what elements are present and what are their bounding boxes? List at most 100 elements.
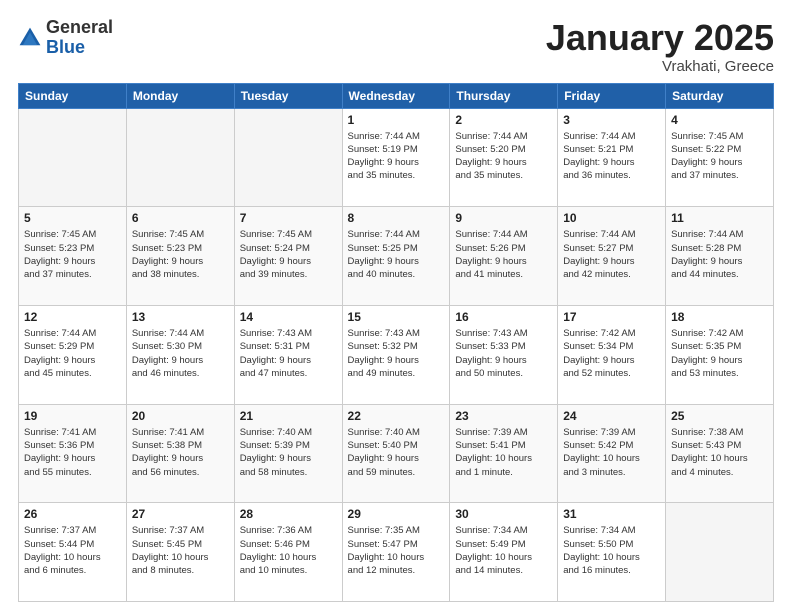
day-info: Sunrise: 7:44 AM Sunset: 5:25 PM Dayligh… [348, 228, 445, 281]
calendar-day [19, 108, 127, 207]
calendar-header-monday: Monday [126, 83, 234, 108]
day-info: Sunrise: 7:44 AM Sunset: 5:27 PM Dayligh… [563, 228, 660, 281]
calendar-header-row: SundayMondayTuesdayWednesdayThursdayFrid… [19, 83, 774, 108]
day-info: Sunrise: 7:42 AM Sunset: 5:35 PM Dayligh… [671, 327, 768, 380]
day-number: 14 [240, 310, 337, 324]
day-info: Sunrise: 7:43 AM Sunset: 5:33 PM Dayligh… [455, 327, 552, 380]
day-info: Sunrise: 7:37 AM Sunset: 5:45 PM Dayligh… [132, 524, 229, 577]
day-info: Sunrise: 7:34 AM Sunset: 5:50 PM Dayligh… [563, 524, 660, 577]
calendar-week-4: 26Sunrise: 7:37 AM Sunset: 5:44 PM Dayli… [19, 503, 774, 602]
day-info: Sunrise: 7:38 AM Sunset: 5:43 PM Dayligh… [671, 426, 768, 479]
calendar-day [126, 108, 234, 207]
calendar-header-sunday: Sunday [19, 83, 127, 108]
day-info: Sunrise: 7:44 AM Sunset: 5:19 PM Dayligh… [348, 130, 445, 183]
calendar-day [234, 108, 342, 207]
day-info: Sunrise: 7:45 AM Sunset: 5:23 PM Dayligh… [24, 228, 121, 281]
calendar-header-saturday: Saturday [666, 83, 774, 108]
calendar-day: 15 Sunrise: 7:43 AM Sunset: 5:32 PM Dayli… [342, 305, 450, 404]
calendar-day: 12Sunrise: 7:44 AM Sunset: 5:29 PM Dayli… [19, 305, 127, 404]
logo: General Blue [18, 18, 113, 58]
day-number: 25 [671, 409, 768, 423]
day-number: 26 [24, 507, 121, 521]
calendar-header-wednesday: Wednesday [342, 83, 450, 108]
day-info: Sunrise: 7:39 AM Sunset: 5:41 PM Dayligh… [455, 426, 552, 479]
calendar-day: 18 Sunrise: 7:42 AM Sunset: 5:35 PM Dayli… [666, 305, 774, 404]
day-info: Sunrise: 7:41 AM Sunset: 5:38 PM Dayligh… [132, 426, 229, 479]
calendar-day: 24 Sunrise: 7:39 AM Sunset: 5:42 PM Dayli… [558, 404, 666, 503]
calendar-day: 19 Sunrise: 7:41 AM Sunset: 5:36 PM Dayli… [19, 404, 127, 503]
day-number: 15 [348, 310, 445, 324]
day-info: Sunrise: 7:44 AM Sunset: 5:29 PM Dayligh… [24, 327, 121, 380]
day-number: 27 [132, 507, 229, 521]
day-info: Sunrise: 7:45 AM Sunset: 5:23 PM Dayligh… [132, 228, 229, 281]
day-info: Sunrise: 7:40 AM Sunset: 5:40 PM Dayligh… [348, 426, 445, 479]
calendar-day: 21Sunrise: 7:40 AM Sunset: 5:39 PM Dayli… [234, 404, 342, 503]
page: General Blue January 2025 Vrakhati, Gree… [0, 0, 792, 612]
calendar-day: 26Sunrise: 7:37 AM Sunset: 5:44 PM Dayli… [19, 503, 127, 602]
day-number: 6 [132, 211, 229, 225]
logo-icon [18, 26, 42, 50]
day-info: Sunrise: 7:40 AM Sunset: 5:39 PM Dayligh… [240, 426, 337, 479]
day-info: Sunrise: 7:36 AM Sunset: 5:46 PM Dayligh… [240, 524, 337, 577]
calendar-day: 23 Sunrise: 7:39 AM Sunset: 5:41 PM Dayli… [450, 404, 558, 503]
calendar-day: 29Sunrise: 7:35 AM Sunset: 5:47 PM Dayli… [342, 503, 450, 602]
calendar-day: 31 Sunrise: 7:34 AM Sunset: 5:50 PM Dayli… [558, 503, 666, 602]
header: General Blue January 2025 Vrakhati, Gree… [18, 18, 774, 75]
day-info: Sunrise: 7:34 AM Sunset: 5:49 PM Dayligh… [455, 524, 552, 577]
day-number: 10 [563, 211, 660, 225]
day-number: 17 [563, 310, 660, 324]
calendar-day: 5 Sunrise: 7:45 AM Sunset: 5:23 PM Daylig… [19, 207, 127, 306]
day-number: 5 [24, 211, 121, 225]
day-info: Sunrise: 7:44 AM Sunset: 5:30 PM Dayligh… [132, 327, 229, 380]
calendar-week-3: 19 Sunrise: 7:41 AM Sunset: 5:36 PM Dayli… [19, 404, 774, 503]
logo-general-text: General [46, 17, 113, 37]
calendar-day: 28 Sunrise: 7:36 AM Sunset: 5:46 PM Dayli… [234, 503, 342, 602]
day-number: 4 [671, 113, 768, 127]
day-info: Sunrise: 7:43 AM Sunset: 5:32 PM Dayligh… [348, 327, 445, 380]
day-number: 28 [240, 507, 337, 521]
day-number: 22 [348, 409, 445, 423]
day-number: 30 [455, 507, 552, 521]
day-number: 16 [455, 310, 552, 324]
day-number: 11 [671, 211, 768, 225]
day-number: 8 [348, 211, 445, 225]
day-info: Sunrise: 7:45 AM Sunset: 5:22 PM Dayligh… [671, 130, 768, 183]
calendar-day: 8 Sunrise: 7:44 AM Sunset: 5:25 PM Daylig… [342, 207, 450, 306]
calendar-day: 6 Sunrise: 7:45 AM Sunset: 5:23 PM Daylig… [126, 207, 234, 306]
calendar-day: 30 Sunrise: 7:34 AM Sunset: 5:49 PM Dayli… [450, 503, 558, 602]
day-number: 19 [24, 409, 121, 423]
calendar-day [666, 503, 774, 602]
calendar-header-tuesday: Tuesday [234, 83, 342, 108]
day-number: 24 [563, 409, 660, 423]
calendar-day: 4 Sunrise: 7:45 AM Sunset: 5:22 PM Daylig… [666, 108, 774, 207]
day-number: 13 [132, 310, 229, 324]
calendar-week-1: 5 Sunrise: 7:45 AM Sunset: 5:23 PM Daylig… [19, 207, 774, 306]
calendar-header-friday: Friday [558, 83, 666, 108]
calendar-title: January 2025 [546, 18, 774, 58]
calendar-header-thursday: Thursday [450, 83, 558, 108]
calendar-day: 11 Sunrise: 7:44 AM Sunset: 5:28 PM Dayli… [666, 207, 774, 306]
day-number: 18 [671, 310, 768, 324]
day-number: 2 [455, 113, 552, 127]
calendar-day: 10 Sunrise: 7:44 AM Sunset: 5:27 PM Dayli… [558, 207, 666, 306]
day-info: Sunrise: 7:44 AM Sunset: 5:28 PM Dayligh… [671, 228, 768, 281]
day-info: Sunrise: 7:44 AM Sunset: 5:26 PM Dayligh… [455, 228, 552, 281]
day-number: 29 [348, 507, 445, 521]
calendar-day: 9Sunrise: 7:44 AM Sunset: 5:26 PM Daylig… [450, 207, 558, 306]
day-info: Sunrise: 7:39 AM Sunset: 5:42 PM Dayligh… [563, 426, 660, 479]
day-number: 20 [132, 409, 229, 423]
day-info: Sunrise: 7:41 AM Sunset: 5:36 PM Dayligh… [24, 426, 121, 479]
day-number: 23 [455, 409, 552, 423]
day-number: 31 [563, 507, 660, 521]
logo-blue-text: Blue [46, 37, 85, 57]
calendar-week-0: 1Sunrise: 7:44 AM Sunset: 5:19 PM Daylig… [19, 108, 774, 207]
calendar-day: 25 Sunrise: 7:38 AM Sunset: 5:43 PM Dayli… [666, 404, 774, 503]
calendar-table: SundayMondayTuesdayWednesdayThursdayFrid… [18, 83, 774, 602]
calendar-day: 20 Sunrise: 7:41 AM Sunset: 5:38 PM Dayli… [126, 404, 234, 503]
calendar-day: 2 Sunrise: 7:44 AM Sunset: 5:20 PM Daylig… [450, 108, 558, 207]
calendar-day: 22 Sunrise: 7:40 AM Sunset: 5:40 PM Dayli… [342, 404, 450, 503]
day-info: Sunrise: 7:44 AM Sunset: 5:20 PM Dayligh… [455, 130, 552, 183]
calendar-day: 13 Sunrise: 7:44 AM Sunset: 5:30 PM Dayli… [126, 305, 234, 404]
calendar-location: Vrakhati, Greece [546, 58, 774, 75]
day-info: Sunrise: 7:42 AM Sunset: 5:34 PM Dayligh… [563, 327, 660, 380]
